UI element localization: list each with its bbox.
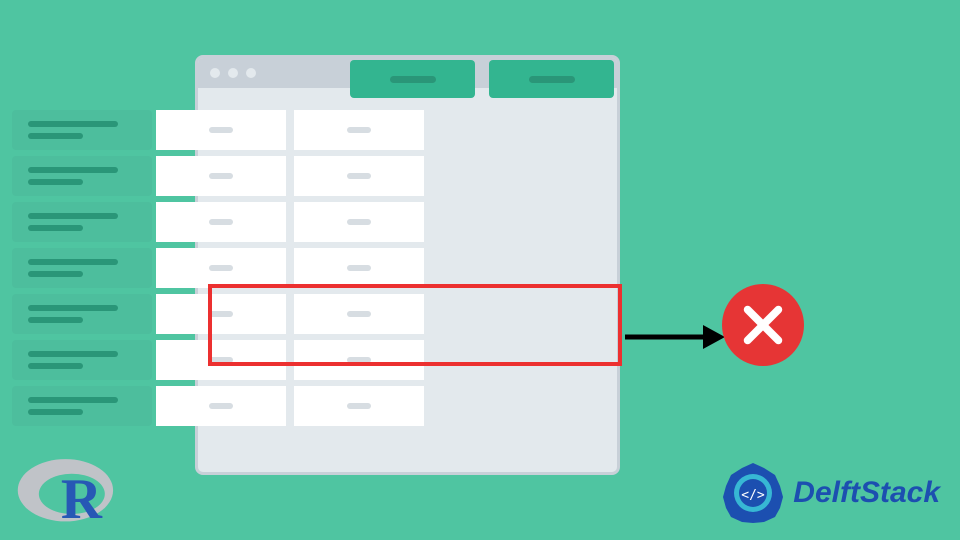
svg-text:</>: </> <box>742 488 766 503</box>
traffic-light-dot <box>228 68 238 78</box>
column-headers <box>350 60 614 98</box>
row-header <box>12 156 152 196</box>
delete-icon <box>722 284 804 366</box>
table-row <box>12 202 472 242</box>
data-cell <box>294 110 424 150</box>
data-cell <box>294 340 424 380</box>
traffic-light-dot <box>210 68 220 78</box>
table-row <box>12 386 472 426</box>
data-cell <box>156 248 286 288</box>
row-header <box>12 110 152 150</box>
data-cell <box>294 386 424 426</box>
data-cell <box>156 294 286 334</box>
table-row <box>12 248 472 288</box>
table-row <box>12 156 472 196</box>
data-table <box>12 110 472 432</box>
table-row-highlighted <box>12 340 472 380</box>
arrow-right-icon <box>625 322 725 352</box>
data-cell <box>294 248 424 288</box>
row-header <box>12 340 152 380</box>
r-letter: R <box>61 468 103 530</box>
data-cell <box>294 156 424 196</box>
row-header <box>12 294 152 334</box>
data-cell <box>294 294 424 334</box>
data-cell <box>156 202 286 242</box>
row-header <box>12 202 152 242</box>
data-cell <box>156 340 286 380</box>
data-cell <box>156 110 286 150</box>
traffic-light-dot <box>246 68 256 78</box>
delftstack-badge-icon: </> <box>721 461 785 525</box>
column-header <box>489 60 614 98</box>
data-cell <box>156 156 286 196</box>
table-row <box>12 110 472 150</box>
delftstack-wordmark: DelftStack <box>793 476 940 510</box>
data-cell <box>156 386 286 426</box>
row-header <box>12 248 152 288</box>
table-row-highlighted <box>12 294 472 334</box>
data-cell <box>294 202 424 242</box>
r-language-logo: R <box>15 445 125 530</box>
delftstack-logo: </> DelftStack <box>721 461 940 525</box>
row-header <box>12 386 152 426</box>
column-header <box>350 60 475 98</box>
